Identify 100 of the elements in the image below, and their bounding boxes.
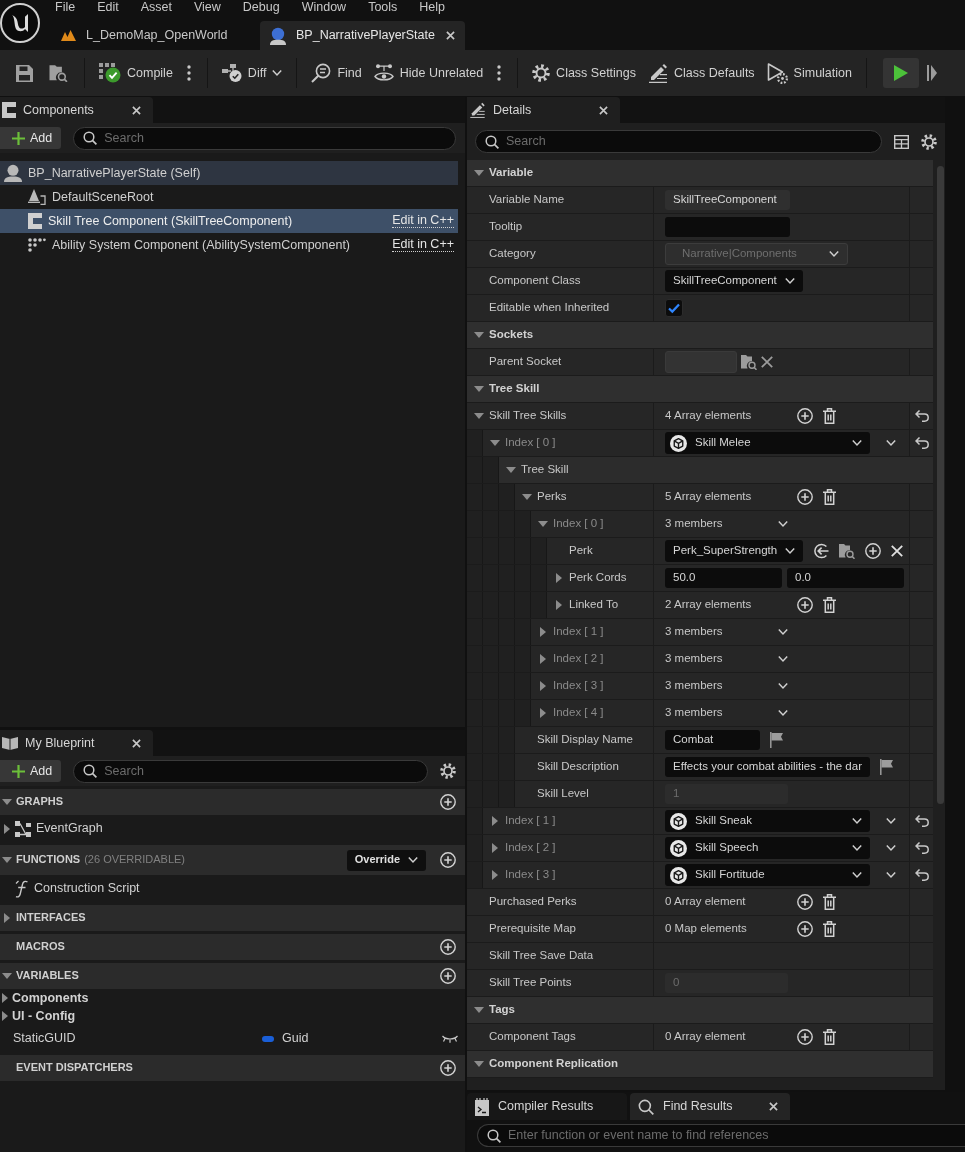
chevron-down-icon[interactable] bbox=[852, 440, 862, 446]
expander-icon[interactable] bbox=[506, 467, 516, 473]
hide-unrelated-button[interactable]: Hide Unrelated bbox=[367, 60, 490, 86]
add-icon[interactable] bbox=[440, 794, 456, 810]
function-item[interactable]: Construction Script bbox=[15, 879, 140, 898]
menu-item[interactable]: View bbox=[182, 0, 232, 19]
more-options-icon[interactable] bbox=[497, 65, 502, 81]
details-tab[interactable]: Details bbox=[467, 97, 620, 123]
browse-icon[interactable] bbox=[839, 543, 856, 559]
dropdown[interactable]: SkillTreeComponent bbox=[665, 270, 803, 292]
step-icon[interactable] bbox=[927, 65, 937, 81]
close-icon[interactable] bbox=[769, 1102, 778, 1111]
add-icon[interactable] bbox=[797, 597, 813, 613]
expander-icon[interactable] bbox=[540, 654, 546, 664]
expander-icon[interactable] bbox=[2, 973, 12, 979]
text-field[interactable]: Combat bbox=[665, 730, 760, 750]
close-icon[interactable] bbox=[599, 105, 608, 115]
variable-item[interactable]: StaticGUID bbox=[2, 1031, 260, 1046]
document-tab[interactable]: BP_NarrativePlayerState bbox=[260, 21, 465, 50]
flag-icon[interactable] bbox=[880, 759, 893, 775]
number-field[interactable]: 50.0 bbox=[665, 568, 782, 588]
expander-icon[interactable] bbox=[4, 913, 10, 923]
scrollbar-thumb[interactable] bbox=[937, 166, 944, 804]
play-button[interactable] bbox=[883, 58, 919, 88]
expander-icon[interactable] bbox=[474, 386, 484, 392]
text-field[interactable] bbox=[665, 217, 790, 237]
expander-icon[interactable] bbox=[474, 332, 484, 338]
chevron-down-icon[interactable] bbox=[886, 818, 896, 824]
override-dropdown[interactable]: Override bbox=[346, 849, 426, 871]
asset-dropdown[interactable]: Skill Sneak bbox=[665, 810, 870, 832]
close-icon[interactable] bbox=[132, 105, 141, 115]
trash-icon[interactable] bbox=[823, 597, 836, 613]
diff-button[interactable]: Diff bbox=[215, 60, 289, 86]
menu-item[interactable]: Debug bbox=[231, 0, 291, 19]
category-item[interactable]: Components bbox=[12, 990, 89, 1006]
chevron-down-icon[interactable] bbox=[886, 872, 896, 878]
section-header[interactable]: MACROS bbox=[0, 934, 465, 960]
reset-icon[interactable] bbox=[914, 842, 929, 854]
category-header[interactable]: Tree Skill bbox=[467, 376, 933, 403]
add-icon[interactable] bbox=[797, 1029, 813, 1045]
settings-icon[interactable] bbox=[921, 133, 937, 150]
menu-item[interactable]: File bbox=[44, 0, 87, 19]
chevron-down-icon[interactable] bbox=[778, 521, 788, 527]
expander-icon[interactable] bbox=[474, 1007, 484, 1013]
chevron-down-icon[interactable] bbox=[852, 818, 862, 824]
category-header[interactable]: Variable bbox=[467, 160, 933, 187]
settings-icon[interactable] bbox=[440, 763, 456, 779]
edit-link[interactable]: Edit in C++ bbox=[392, 238, 454, 252]
document-tab[interactable]: L_DemoMap_OpenWorld bbox=[52, 21, 257, 50]
chevron-down-icon[interactable] bbox=[778, 656, 788, 662]
section-header[interactable]: FUNCTIONS (26 OVERRIDABLE) Override bbox=[0, 845, 465, 875]
my-blueprint-tab[interactable]: My Blueprint bbox=[0, 730, 153, 756]
expander-icon[interactable] bbox=[2, 857, 12, 863]
asset-dropdown[interactable]: Skill Fortitude bbox=[665, 864, 870, 886]
category-header[interactable]: Component Replication bbox=[467, 1051, 933, 1078]
reset-icon[interactable] bbox=[914, 869, 929, 881]
expander-icon[interactable] bbox=[492, 816, 498, 826]
chevron-down-icon[interactable] bbox=[852, 872, 862, 878]
class-settings-button[interactable]: Class Settings bbox=[526, 60, 642, 86]
reset-icon[interactable] bbox=[914, 437, 929, 449]
save-icon[interactable] bbox=[16, 64, 33, 82]
expander-icon[interactable] bbox=[474, 170, 484, 176]
clear-icon[interactable] bbox=[761, 356, 773, 368]
chevron-down-icon[interactable] bbox=[778, 710, 788, 716]
close-icon[interactable] bbox=[132, 738, 141, 748]
expander-icon[interactable] bbox=[4, 823, 10, 834]
section-header[interactable]: GRAPHS bbox=[0, 789, 465, 815]
section-header[interactable]: INTERFACES bbox=[0, 905, 465, 931]
trash-icon[interactable] bbox=[823, 408, 836, 424]
close-icon[interactable] bbox=[446, 31, 455, 40]
add-icon[interactable] bbox=[797, 921, 813, 937]
chevron-down-icon[interactable] bbox=[886, 440, 896, 446]
name-field[interactable]: SkillTreeComponent bbox=[665, 190, 790, 210]
add-icon[interactable] bbox=[865, 543, 882, 559]
chevron-down-icon[interactable] bbox=[272, 70, 283, 76]
expander-icon[interactable] bbox=[556, 600, 562, 610]
menu-item[interactable]: Window bbox=[290, 0, 358, 19]
expander-icon[interactable] bbox=[2, 993, 8, 1003]
browse-icon[interactable] bbox=[49, 64, 68, 82]
chevron-down-icon[interactable] bbox=[886, 845, 896, 851]
menu-item[interactable]: Asset bbox=[129, 0, 183, 19]
tree-item[interactable]: Skill Tree Component (SkillTreeComponent) Edit in C++ bbox=[0, 209, 458, 233]
menu-item[interactable]: Tools bbox=[357, 0, 409, 19]
expander-icon[interactable] bbox=[474, 413, 484, 419]
add-button[interactable]: Add bbox=[0, 760, 62, 782]
browse-icon[interactable] bbox=[741, 354, 757, 370]
components-tab[interactable]: Components bbox=[0, 97, 153, 123]
trash-icon[interactable] bbox=[823, 894, 836, 910]
add-icon[interactable] bbox=[797, 408, 813, 424]
add-icon[interactable] bbox=[797, 489, 813, 505]
compile-button[interactable]: Compile bbox=[93, 59, 179, 87]
expander-icon[interactable] bbox=[538, 521, 548, 527]
expander-icon[interactable] bbox=[540, 708, 546, 718]
expander-icon[interactable] bbox=[2, 799, 12, 805]
expander-icon[interactable] bbox=[522, 494, 532, 500]
left-arrow-icon[interactable] bbox=[813, 543, 830, 559]
expander-icon[interactable] bbox=[540, 681, 546, 691]
expander-icon[interactable] bbox=[2, 1011, 8, 1021]
expander-icon[interactable] bbox=[474, 1061, 484, 1067]
chevron-down-icon[interactable] bbox=[408, 857, 418, 863]
